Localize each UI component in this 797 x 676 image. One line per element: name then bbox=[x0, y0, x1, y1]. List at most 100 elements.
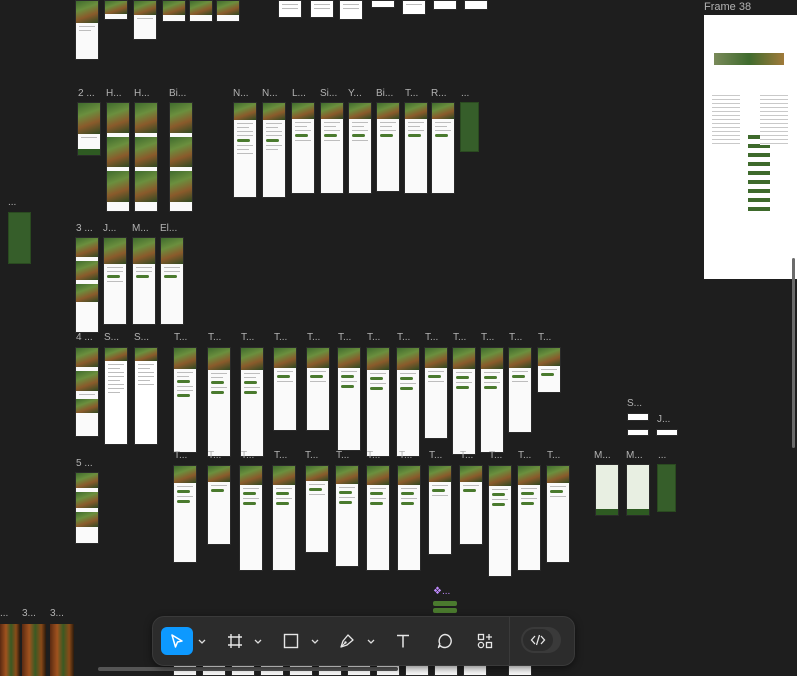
move-tool-button[interactable] bbox=[161, 627, 193, 655]
frame-thumbnail[interactable] bbox=[480, 347, 504, 453]
frame-label[interactable]: T... bbox=[174, 332, 187, 343]
frame-tool-button[interactable] bbox=[221, 627, 249, 655]
frame-thumbnail[interactable] bbox=[396, 347, 420, 457]
text-tool-button[interactable] bbox=[389, 627, 417, 655]
frame-thumbnail[interactable] bbox=[337, 347, 361, 451]
section-label[interactable]: 2 ... bbox=[78, 88, 95, 99]
frame-thumbnail[interactable] bbox=[657, 464, 676, 512]
frame-thumbnail[interactable] bbox=[207, 465, 231, 545]
frame-thumbnail[interactable] bbox=[207, 347, 231, 457]
frame-thumbnail[interactable] bbox=[537, 347, 561, 393]
design-canvas[interactable]: 2 ... H... H... Bi... N... N... L... Si.… bbox=[0, 0, 797, 676]
frame-thumbnail[interactable] bbox=[335, 465, 359, 567]
frame-thumbnail[interactable] bbox=[134, 347, 158, 445]
frame-thumbnail[interactable] bbox=[424, 347, 448, 439]
frame-thumbnail[interactable] bbox=[517, 465, 541, 571]
frame-label[interactable]: T... bbox=[241, 332, 254, 343]
frame-label[interactable]: Bi... bbox=[376, 88, 393, 99]
vertical-scrollbar[interactable] bbox=[792, 258, 795, 448]
frame-label[interactable]: T... bbox=[481, 332, 494, 343]
frame-thumbnail[interactable] bbox=[464, 0, 488, 10]
frame-thumbnail[interactable] bbox=[134, 102, 158, 212]
frame-label[interactable]: T... bbox=[241, 450, 254, 461]
frame-label[interactable]: N... bbox=[233, 88, 249, 99]
chevron-down-icon[interactable] bbox=[197, 634, 207, 648]
frame-thumbnail[interactable] bbox=[366, 465, 390, 571]
component-instance[interactable] bbox=[433, 601, 457, 606]
frame-thumbnail[interactable] bbox=[77, 102, 101, 156]
frame-thumbnail[interactable] bbox=[595, 464, 619, 516]
frame-thumbnail[interactable] bbox=[273, 347, 297, 431]
frame-thumbnail[interactable] bbox=[262, 102, 286, 198]
frame-thumbnail[interactable] bbox=[132, 237, 156, 325]
frame-thumbnail[interactable] bbox=[320, 102, 344, 194]
frame-thumbnail[interactable] bbox=[459, 465, 483, 545]
frame-thumbnail[interactable] bbox=[8, 212, 31, 264]
frame-label[interactable]: N... bbox=[262, 88, 278, 99]
frame-label[interactable]: H... bbox=[134, 88, 150, 99]
frame-thumbnail[interactable] bbox=[104, 0, 128, 20]
frame-label[interactable]: T... bbox=[307, 332, 320, 343]
frame-thumbnail[interactable] bbox=[452, 347, 476, 455]
frame-label[interactable]: T... bbox=[367, 450, 380, 461]
horizontal-scrollbar[interactable] bbox=[98, 667, 398, 671]
frame-thumbnail[interactable] bbox=[75, 472, 99, 544]
chevron-down-icon[interactable] bbox=[253, 634, 263, 648]
frame-thumbnail[interactable] bbox=[402, 0, 426, 15]
frame-label[interactable]: T... bbox=[338, 332, 351, 343]
frame-label[interactable]: T... bbox=[518, 450, 531, 461]
frame-label[interactable]: T... bbox=[274, 332, 287, 343]
frame-thumbnail[interactable] bbox=[348, 102, 372, 194]
frame-label[interactable]: Bi... bbox=[169, 88, 186, 99]
frame-thumbnail[interactable] bbox=[508, 347, 532, 433]
chevron-down-icon[interactable] bbox=[366, 634, 376, 648]
frame-label[interactable]: 3... bbox=[50, 608, 64, 619]
section-label[interactable]: 5 ... bbox=[76, 458, 93, 469]
frame-thumbnail[interactable] bbox=[239, 465, 263, 571]
frame-label[interactable]: T... bbox=[274, 450, 287, 461]
frame-thumbnail[interactable] bbox=[278, 0, 302, 18]
component-label[interactable]: ❖... bbox=[433, 586, 450, 597]
frame-thumbnail[interactable] bbox=[656, 429, 678, 436]
section-label[interactable]: 4 ... bbox=[76, 332, 93, 343]
frame-label[interactable]: T... bbox=[305, 450, 318, 461]
frame-thumbnail[interactable] bbox=[233, 102, 257, 198]
chevron-down-icon[interactable] bbox=[310, 634, 320, 648]
frame-thumbnail[interactable] bbox=[22, 624, 46, 676]
frame-thumbnail[interactable] bbox=[272, 465, 296, 571]
frame-thumbnail[interactable] bbox=[627, 413, 649, 421]
frame-thumbnail[interactable] bbox=[291, 102, 315, 194]
frame-thumbnail[interactable] bbox=[404, 102, 428, 194]
frame-label[interactable]: El... bbox=[160, 223, 177, 234]
frame-thumbnail[interactable] bbox=[460, 102, 479, 152]
frame-thumbnail[interactable] bbox=[160, 237, 184, 325]
frame-thumbnail[interactable] bbox=[104, 347, 128, 445]
frame-label[interactable]: S... bbox=[134, 332, 149, 343]
frame-label[interactable]: M... bbox=[594, 450, 611, 461]
frame-label[interactable]: ... bbox=[658, 450, 666, 461]
frame-thumbnail[interactable] bbox=[75, 347, 99, 437]
frame-label[interactable]: J... bbox=[657, 414, 670, 425]
frame-thumbnail[interactable] bbox=[106, 102, 130, 212]
frame-thumbnail[interactable] bbox=[133, 0, 157, 40]
frame-thumbnail[interactable] bbox=[305, 465, 329, 553]
frame-label[interactable]: T... bbox=[208, 450, 221, 461]
frame-title[interactable]: Frame 38 bbox=[704, 1, 751, 13]
frame-thumbnail[interactable] bbox=[339, 0, 363, 20]
frame-label[interactable]: H... bbox=[106, 88, 122, 99]
frame-label[interactable]: T... bbox=[538, 332, 551, 343]
pen-tool-button[interactable] bbox=[333, 627, 361, 655]
frame-thumbnail[interactable] bbox=[162, 0, 186, 22]
frame-thumbnail[interactable] bbox=[306, 347, 330, 431]
frame-thumbnail[interactable] bbox=[75, 0, 99, 60]
frame-thumbnail[interactable] bbox=[433, 0, 457, 10]
frame-thumbnail[interactable] bbox=[428, 465, 452, 555]
frame-label[interactable]: T... bbox=[429, 450, 442, 461]
frame-thumbnail[interactable] bbox=[173, 465, 197, 563]
frame-label[interactable]: T... bbox=[367, 332, 380, 343]
frame-thumbnail[interactable] bbox=[397, 465, 421, 571]
frame-label[interactable]: S... bbox=[104, 332, 119, 343]
frame-thumbnail[interactable] bbox=[50, 624, 74, 676]
section-label[interactable]: 3 ... bbox=[76, 223, 93, 234]
frame-thumbnail[interactable] bbox=[366, 347, 390, 457]
